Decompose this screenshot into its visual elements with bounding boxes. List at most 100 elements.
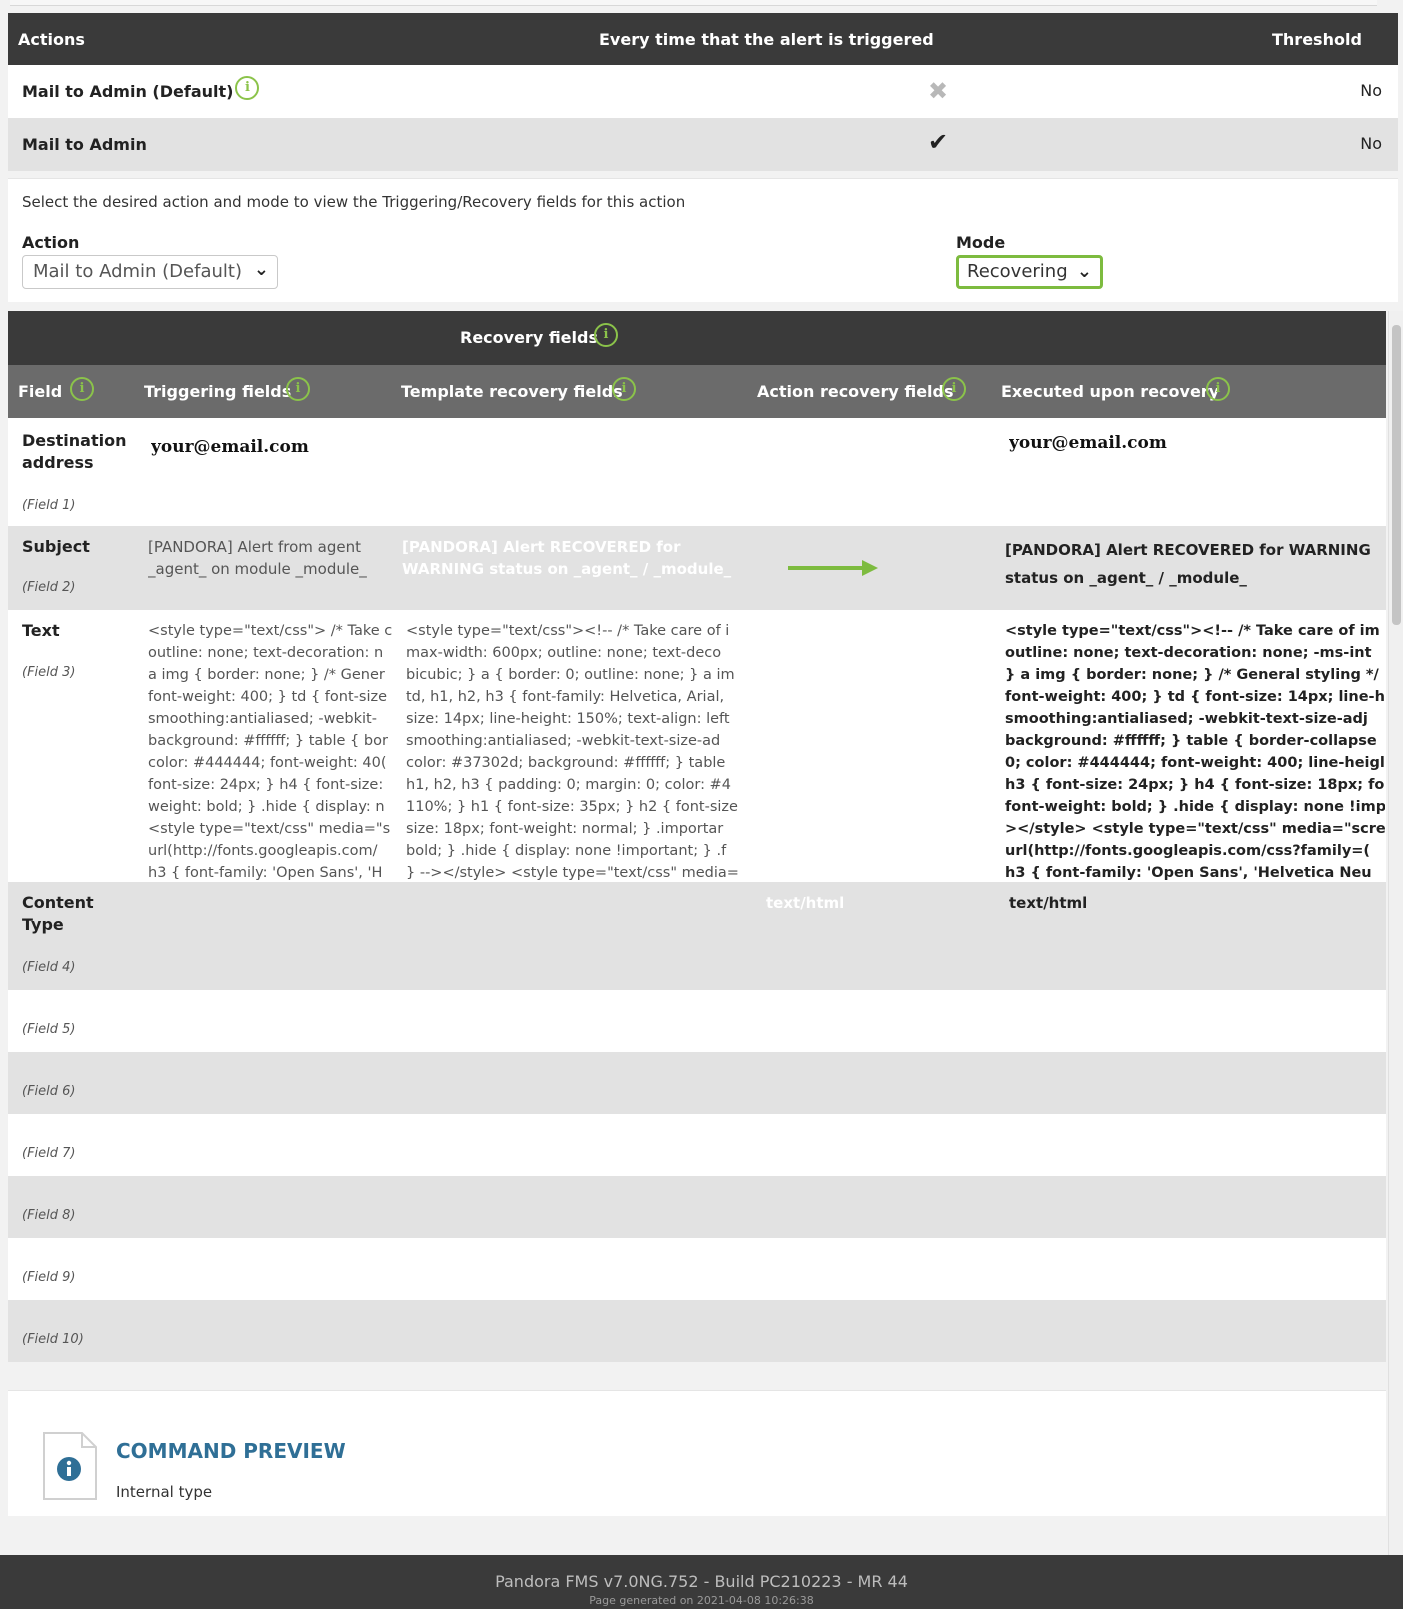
info-icon[interactable]: i <box>942 377 966 401</box>
text-line: bicubic; } a { border: 0; outline: none;… <box>406 667 735 683</box>
info-document-icon <box>43 1432 97 1500</box>
recovery-table-title-bar: Recovery fields i <box>8 311 1386 365</box>
cross-icon: ✖ <box>928 77 949 105</box>
field-name: Subject <box>22 537 90 556</box>
text-line: smoothing:antialiased; -webkit- <box>148 711 377 727</box>
info-icon[interactable]: i <box>235 75 260 100</box>
info-icon[interactable]: i <box>1206 377 1230 401</box>
info-icon[interactable]: i <box>286 377 310 401</box>
text-line: <style type="text/css" media="s <box>148 821 391 837</box>
text-line: font-size: 24px; } h4 { font-size: <box>148 777 384 793</box>
field-number: (Field 5) <box>22 1022 76 1037</box>
arrow-right-icon <box>788 560 878 576</box>
recovery-fields-table: Recovery fields i Field i Triggering fie… <box>8 311 1386 1362</box>
col-action-recovery: Action recovery fields <box>757 382 954 401</box>
field-number: (Field 7) <box>22 1146 76 1161</box>
threshold-value: No <box>1360 134 1382 153</box>
recovery-fields-title: Recovery fields <box>460 328 598 347</box>
text-line: font-weight: 400; } td { font-size: 14px… <box>1005 689 1385 705</box>
triggering-value: <style type="text/css"> /* Take c outline… <box>148 620 392 882</box>
info-icon[interactable]: i <box>70 377 94 401</box>
chevron-down-icon: ⌄ <box>1076 261 1092 282</box>
field-number: (Field 1) <box>22 498 76 513</box>
top-divider <box>10 0 1377 6</box>
footer: Pandora FMS v7.0NG.752 - Build PC210223 … <box>0 1555 1403 1609</box>
text-line: <style type="text/css"><!-- /* Take care… <box>1005 623 1380 639</box>
text-line: color: #444444; font-weight: 40( <box>148 755 387 771</box>
text-line: weight: bold; } .hide { display: n <box>148 799 385 815</box>
footer-version: Pandora FMS v7.0NG.752 - Build PC210223 … <box>495 1572 908 1591</box>
text-line: url(http://fonts.googleapis.com/css?fami… <box>1005 843 1371 859</box>
field-number: (Field 8) <box>22 1208 76 1223</box>
col-threshold: Threshold <box>1272 30 1362 49</box>
field-number: (Field 9) <box>22 1270 76 1285</box>
text-line: font-weight: bold; } .hide { display: no… <box>1005 799 1385 815</box>
text-line: smoothing:antialiased; -webkit-text-size… <box>406 733 721 749</box>
text-line: <style type="text/css"><!-- /* Take care… <box>406 623 730 639</box>
text-line: size: 18px; font-weight: normal; } .impo… <box>406 821 724 837</box>
table-row: Subject (Field 2) [PANDORA] Alert from a… <box>8 526 1386 610</box>
field-name: Content Type <box>22 893 94 934</box>
text-line: ></style> <style type="text/css" media="… <box>1005 821 1385 837</box>
col-template-recovery: Template recovery fields <box>401 382 623 401</box>
action-name: Mail to Admin (Default) i <box>22 75 260 101</box>
col-actions: Actions <box>18 30 85 49</box>
text-line: a img { border: none; } /* Gener <box>148 667 385 683</box>
text-line: <style type="text/css"> /* Take c <box>148 623 392 639</box>
command-preview-subtitle: Internal type <box>116 1483 213 1501</box>
field-number: (Field 10) <box>22 1332 84 1347</box>
table-row: (Field 8) <box>8 1176 1386 1238</box>
executed-value: <style type="text/css"><!-- /* Take care… <box>1005 620 1385 882</box>
table-row: (Field 7) <box>8 1114 1386 1176</box>
actions-table-header: Actions Every time that the alert is tri… <box>8 13 1398 65</box>
mode-label: Mode <box>956 233 1006 252</box>
info-icon[interactable]: i <box>594 323 618 347</box>
field-name: Destination address <box>22 431 127 472</box>
action-select[interactable]: Mail to Admin (Default) ⌄ <box>22 255 278 289</box>
text-line: h3 { font-family: 'Open Sans', 'H <box>148 865 383 881</box>
executed-value: [PANDORA] Alert RECOVERED for WARNING st… <box>1005 541 1371 587</box>
text-line: h1, h2, h3 { padding: 0; margin: 0; colo… <box>406 777 731 793</box>
table-row[interactable]: Mail to Admin ✔ No <box>8 118 1398 171</box>
field-name: Text <box>22 621 60 640</box>
text-line: } a img { border: none; } /* General sty… <box>1005 667 1379 683</box>
action-name: Mail to Admin <box>22 135 147 154</box>
action-mode-selector: Select the desired action and mode to vi… <box>8 178 1398 302</box>
text-line: background: #ffffff; } table { border-co… <box>1005 733 1377 749</box>
table-row: (Field 5) <box>8 990 1386 1052</box>
table-row: Text (Field 3) <style type="text/css"> /… <box>8 610 1386 882</box>
action-select-value: Mail to Admin (Default) <box>33 261 242 282</box>
scrollbar-thumb[interactable] <box>1392 325 1401 625</box>
text-line: td, h1, h2, h3 { font-family: Helvetica,… <box>406 689 725 705</box>
threshold-value: No <box>1360 81 1382 100</box>
executed-value: text/html <box>1009 894 1088 912</box>
scrollbar[interactable] <box>1388 311 1403 1609</box>
text-line: smoothing:antialiased; -webkit-text-size… <box>1005 711 1368 727</box>
field-number: (Field 4) <box>22 960 76 975</box>
field-number: (Field 3) <box>22 665 76 680</box>
info-icon[interactable]: i <box>612 377 636 401</box>
command-preview-panel: COMMAND PREVIEW Internal type <box>8 1390 1386 1516</box>
triggering-value: [PANDORA] Alert from agent _agent_ on mo… <box>148 538 367 578</box>
text-line: color: #37302d; background: #ffffff; } t… <box>406 755 726 771</box>
table-row[interactable]: Mail to Admin (Default) i ✖ No <box>8 65 1398 118</box>
col-triggering: Triggering fields <box>144 382 292 401</box>
mode-select-value: Recovering <box>967 261 1068 282</box>
triggering-value: your@email.com <box>151 437 309 457</box>
actions-table: Actions Every time that the alert is tri… <box>8 13 1398 171</box>
text-line: url(http://fonts.googleapis.com/ <box>148 843 378 859</box>
template-recovery-value: [PANDORA] Alert RECOVERED for WARNING st… <box>402 538 732 578</box>
executed-value: your@email.com <box>1009 433 1167 453</box>
text-line: bold; } .hide { display: none !important… <box>406 843 727 859</box>
text-line: outline: none; text-decoration: n <box>148 645 384 661</box>
action-recovery-value: text/html <box>766 894 845 912</box>
text-line: background: #ffffff; } table { bor <box>148 733 388 749</box>
text-line: 110%; } h1 { font-size: 35px; } h2 { fon… <box>406 799 738 815</box>
mode-select[interactable]: Recovering ⌄ <box>956 255 1103 289</box>
table-row: (Field 6) <box>8 1052 1386 1114</box>
text-line: max-width: 600px; outline: none; text-de… <box>406 645 722 661</box>
col-field: Field <box>18 382 63 401</box>
text-line: outline: none; text-decoration: none; -m… <box>1005 645 1372 661</box>
text-line: h3 { font-size: 24px; } h4 { font-size: … <box>1005 777 1385 793</box>
table-row: Content Type (Field 4) text/html text/ht… <box>8 882 1386 990</box>
